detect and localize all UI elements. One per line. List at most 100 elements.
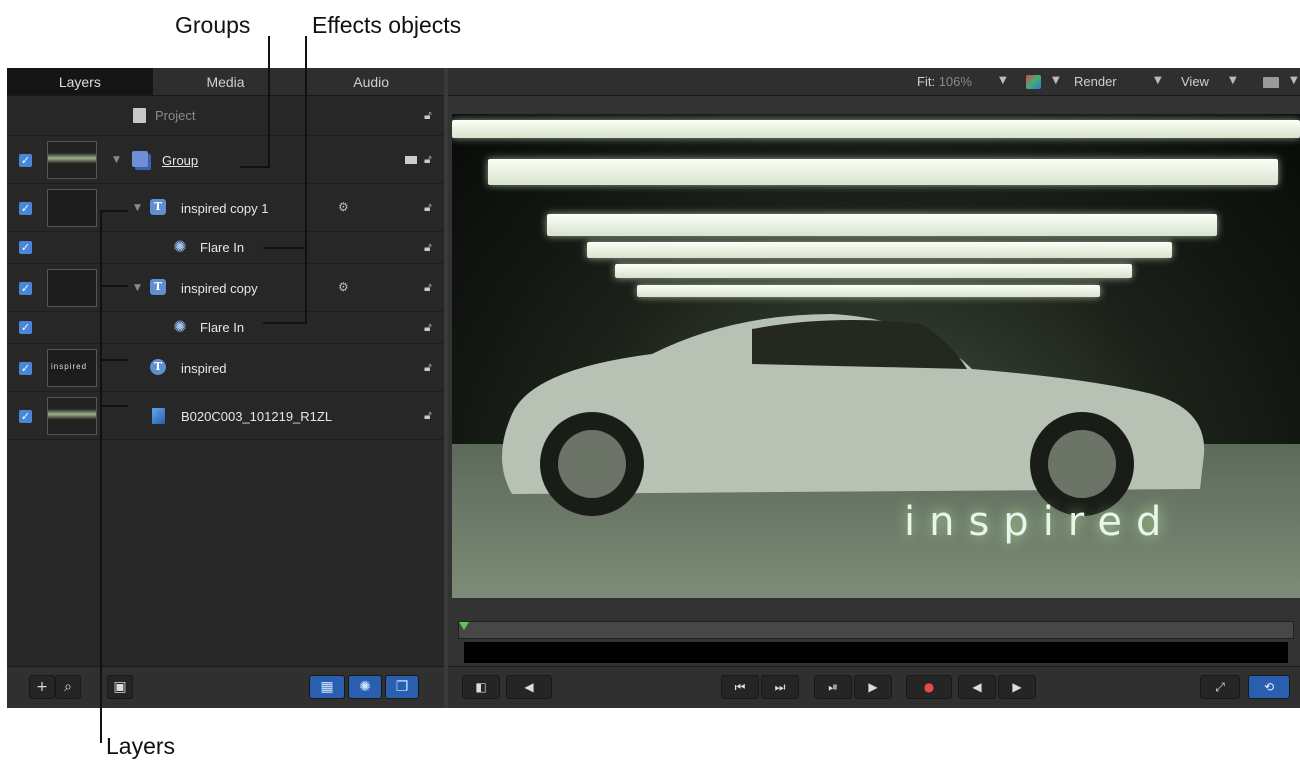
step-forward-button[interactable]: ⏯︎ xyxy=(814,675,852,699)
callout-line xyxy=(263,247,307,249)
chevron-down-icon[interactable]: ▼ xyxy=(1052,75,1060,86)
disclosure-triangle-icon[interactable]: ▼ xyxy=(134,283,141,293)
layer-thumbnail xyxy=(47,189,97,227)
lock-icon[interactable]: 🔓︎ xyxy=(424,200,432,215)
effect-row[interactable]: ✓ ✺ Flare In 🔓︎ xyxy=(7,232,444,264)
layer-thumbnail: inspired xyxy=(47,349,97,387)
go-to-end-button[interactable]: ⏭︎ xyxy=(761,675,799,699)
timeline-track[interactable] xyxy=(464,642,1288,663)
callout-line xyxy=(240,166,270,168)
visibility-checkbox[interactable]: ✓ xyxy=(19,362,32,375)
callout-line xyxy=(268,36,270,168)
effect-label: Flare In xyxy=(200,320,245,335)
view-menu[interactable]: View xyxy=(1181,74,1209,89)
text-layer-row[interactable]: ✓ ▼ T inspired copy 1 ⚙ 🔓︎ xyxy=(7,184,444,232)
disclosure-triangle-icon[interactable]: ▼ xyxy=(134,203,141,213)
layers-bottom-bar: + ⌕ ▣ ▦ ✺ ❐ xyxy=(7,666,444,708)
callout-line xyxy=(100,359,128,361)
canvas-title-text: inspired xyxy=(904,499,1176,545)
gear-icon[interactable]: ⚙ xyxy=(338,280,349,294)
color-channel-icon[interactable] xyxy=(1026,75,1041,89)
lock-icon[interactable]: 🔓︎ xyxy=(424,108,432,123)
group-row[interactable]: ✓ ▼ Group 🔓︎ xyxy=(7,136,444,184)
text-layer-row[interactable]: ✓ inspired T inspired 🔓︎ xyxy=(7,344,444,392)
show-masks-button[interactable]: ▦ xyxy=(309,675,345,699)
loop-playback-button[interactable]: ⟲ xyxy=(1248,675,1290,699)
visibility-checkbox[interactable]: ✓ xyxy=(19,202,32,215)
tab-audio[interactable]: Audio xyxy=(298,68,444,95)
text-layer-row[interactable]: ✓ ▼ T inspired copy ⚙ 🔓︎ xyxy=(7,264,444,312)
window-layout-icon[interactable] xyxy=(1263,77,1279,88)
tab-layers[interactable]: Layers xyxy=(7,68,153,95)
render-menu[interactable]: Render xyxy=(1074,74,1117,89)
playhead-marker[interactable] xyxy=(459,622,469,630)
thumbnail-text: inspired xyxy=(51,362,88,371)
text-layer-icon: T xyxy=(150,359,166,375)
motion-app-window: Layers Media Audio Project 🔓︎ ✓ ▼ Group … xyxy=(7,68,1300,708)
layer-label: inspired copy xyxy=(181,281,258,296)
callout-effects-objects: Effects objects xyxy=(312,12,462,38)
show-inspector-button[interactable]: ◧ xyxy=(462,675,500,699)
visibility-checkbox[interactable]: ✓ xyxy=(19,321,32,334)
fullscreen-button[interactable]: ⤢ xyxy=(1200,675,1240,699)
layer-thumbnail xyxy=(47,397,97,435)
canvas-toolbar: Fit: 106% ▼ ▼ Render ▼ View ▼ ▼ xyxy=(448,68,1300,96)
audio-icon[interactable]: ◀︎ xyxy=(506,675,552,699)
fit-value: 106% xyxy=(938,74,972,89)
callout-layers: Layers xyxy=(106,733,176,759)
show-groups-button[interactable]: ❐ xyxy=(385,675,419,699)
effect-row[interactable]: ✓ ✺ Flare In 🔓︎ xyxy=(7,312,444,344)
chevron-down-icon[interactable]: ▼ xyxy=(1290,75,1298,86)
previous-keyframe-button[interactable]: ◀︎ xyxy=(958,675,996,699)
tab-media[interactable]: Media xyxy=(153,68,299,95)
visibility-checkbox[interactable]: ✓ xyxy=(19,410,32,423)
search-icon[interactable]: ⌕ xyxy=(55,675,81,699)
group-thumbnail xyxy=(47,141,97,179)
callout-line xyxy=(100,210,128,212)
lock-icon[interactable]: 🔓︎ xyxy=(424,360,432,375)
play-button[interactable]: ▶ xyxy=(854,675,892,699)
layer-label: B020C003_101219_R1ZL xyxy=(181,409,333,424)
layers-panel: Layers Media Audio Project 🔓︎ ✓ ▼ Group … xyxy=(7,68,444,708)
lock-icon[interactable]: 🔓︎ xyxy=(424,408,432,423)
lock-icon[interactable]: 🔓︎ xyxy=(424,280,432,295)
callout-line xyxy=(305,36,307,324)
callout-line xyxy=(100,405,128,407)
next-keyframe-button[interactable]: ▶︎ xyxy=(998,675,1036,699)
lock-icon[interactable]: 🔓︎ xyxy=(424,320,432,335)
mini-timeline[interactable] xyxy=(458,621,1294,663)
chevron-down-icon[interactable]: ▼ xyxy=(1229,75,1237,86)
fit-zoom-control[interactable]: Fit: 106% xyxy=(917,74,972,89)
go-to-start-button[interactable]: ⏮︎ xyxy=(721,675,759,699)
timeline-ruler[interactable] xyxy=(458,621,1294,639)
record-button[interactable]: ● xyxy=(906,675,952,699)
fit-label: Fit: xyxy=(917,74,936,89)
disclosure-triangle-icon[interactable]: ▼ xyxy=(113,155,120,165)
add-button[interactable]: + xyxy=(29,675,55,699)
effect-icon: ✺ xyxy=(173,237,187,256)
panel-tabs: Layers Media Audio xyxy=(7,68,444,96)
callout-line xyxy=(100,285,128,287)
group-icon xyxy=(132,151,148,167)
canvas-viewer[interactable]: inspired xyxy=(452,114,1300,598)
show-effects-button[interactable]: ✺ xyxy=(348,675,382,699)
gear-icon[interactable]: ⚙ xyxy=(338,200,349,214)
layer-label: inspired xyxy=(181,361,227,376)
lock-icon[interactable]: 🔓︎ xyxy=(424,240,432,255)
layer-list: Project 🔓︎ ✓ ▼ Group 🔓︎ ✓ ▼ T inspired c… xyxy=(7,96,444,666)
lock-icon[interactable]: 🔓︎ xyxy=(424,152,432,167)
video-layer-row[interactable]: ✓ B020C003_101219_R1ZL 🔓︎ xyxy=(7,392,444,440)
callout-line xyxy=(263,322,307,324)
project-row[interactable]: Project 🔓︎ xyxy=(7,96,444,136)
layer-thumbnail xyxy=(47,269,97,307)
chevron-down-icon[interactable]: ▼ xyxy=(1154,75,1162,86)
visibility-checkbox[interactable]: ✓ xyxy=(19,154,32,167)
chevron-down-icon[interactable]: ▼ xyxy=(999,75,1007,86)
visibility-checkbox[interactable]: ✓ xyxy=(19,282,32,295)
layer-preview-icon[interactable]: ▣ xyxy=(107,675,133,699)
visibility-checkbox[interactable]: ✓ xyxy=(19,241,32,254)
effect-icon: ✺ xyxy=(173,317,187,336)
project-icon xyxy=(133,108,146,123)
canvas-panel: Fit: 106% ▼ ▼ Render ▼ View ▼ ▼ inspired… xyxy=(448,68,1300,708)
project-label: Project xyxy=(155,108,196,123)
